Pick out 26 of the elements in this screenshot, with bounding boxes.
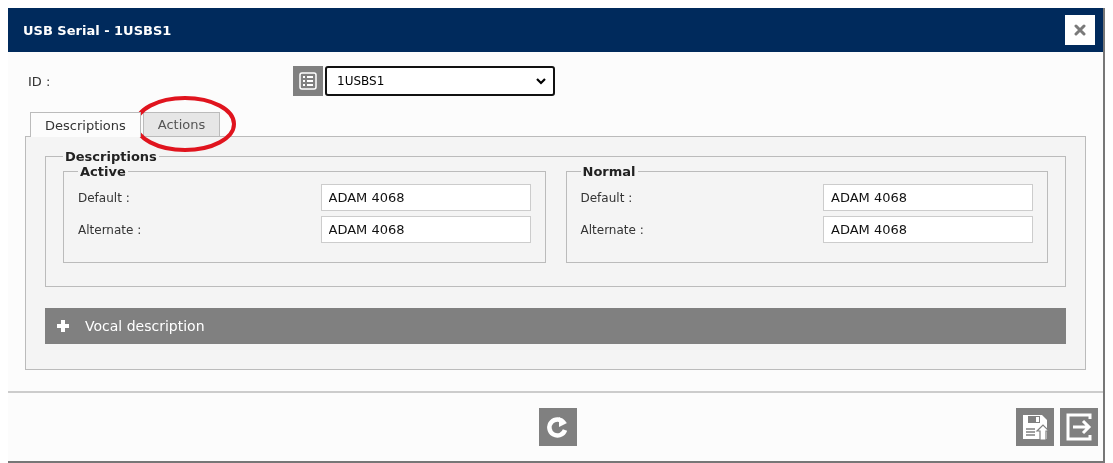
group-legend: Normal (580, 164, 638, 179)
id-dropdown[interactable]: 1USBS1 (325, 66, 555, 96)
tab[interactable]: Actions (142, 112, 221, 136)
input-field[interactable]: ADAM 4068 (320, 216, 531, 243)
refresh-button[interactable] (539, 408, 577, 446)
id-label: ID : (28, 73, 52, 89)
collapsible-header[interactable]: Vocal description (45, 308, 1066, 344)
window-title: USB Serial - 1USBS1 (23, 22, 172, 38)
close-button[interactable] (1065, 15, 1095, 45)
field-label: Alternate : (580, 222, 644, 237)
field-label: Default : (580, 190, 633, 205)
exit-button[interactable] (1060, 408, 1098, 446)
plus-icon (55, 318, 71, 334)
section-legend: Descriptions (63, 149, 159, 164)
section-title: Vocal description (85, 318, 205, 334)
list-icon[interactable] (293, 66, 323, 96)
chevron-down-icon (535, 77, 547, 85)
field-label: Default : (78, 190, 130, 205)
tab[interactable]: Descriptions (30, 112, 141, 137)
field-label: Alternate : (78, 222, 142, 237)
input-field[interactable]: ADAM 4068 (823, 184, 1033, 211)
close-icon (1074, 24, 1086, 36)
save-button[interactable] (1016, 408, 1054, 446)
input-field[interactable]: ADAM 4068 (823, 216, 1033, 243)
group-legend: Active (78, 164, 128, 179)
input-field[interactable]: ADAM 4068 (320, 184, 531, 211)
